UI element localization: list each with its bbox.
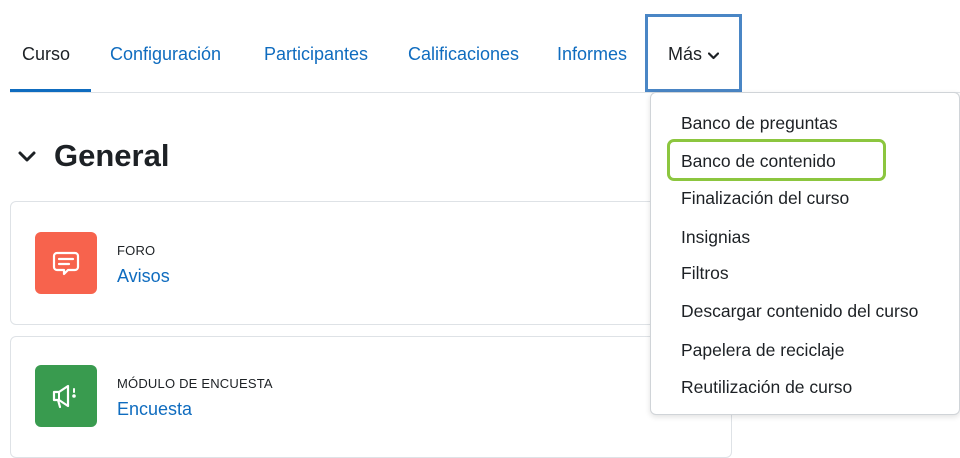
activity-type: FORO xyxy=(117,243,156,258)
section-title: General xyxy=(54,138,170,173)
menu-item-descargar-contenido[interactable]: Descargar contenido del curso xyxy=(681,301,918,322)
more-label: Más xyxy=(668,44,703,64)
tab-configuracion[interactable]: Configuración xyxy=(110,44,221,65)
tab-more[interactable]: Más xyxy=(668,44,720,65)
menu-item-reutilizacion[interactable]: Reutilización de curso xyxy=(681,377,852,398)
tab-calificaciones[interactable]: Calificaciones xyxy=(408,44,519,65)
activity-link[interactable]: Encuesta xyxy=(117,399,192,420)
menu-item-insignias[interactable]: Insignias xyxy=(681,227,750,248)
tab-curso[interactable]: Curso xyxy=(22,44,70,65)
activity-card: FORO Avisos xyxy=(10,201,732,325)
menu-item-papelera[interactable]: Papelera de reciclaje xyxy=(681,340,844,361)
megaphone-icon xyxy=(35,365,97,427)
activity-card: MÓDULO DE ENCUESTA Encuesta xyxy=(10,336,732,458)
tab-participantes[interactable]: Participantes xyxy=(264,44,368,65)
chevron-down-icon[interactable] xyxy=(14,143,40,169)
highlight-outline xyxy=(667,139,886,181)
tab-informes[interactable]: Informes xyxy=(557,44,627,65)
menu-item-banco-preguntas[interactable]: Banco de preguntas xyxy=(681,113,838,134)
activity-link[interactable]: Avisos xyxy=(117,266,170,287)
menu-item-finalizacion-curso[interactable]: Finalización del curso xyxy=(681,188,849,209)
chevron-down-icon xyxy=(707,44,720,65)
activity-type: MÓDULO DE ENCUESTA xyxy=(117,376,273,391)
section-header: General xyxy=(14,138,169,174)
forum-icon xyxy=(35,232,97,294)
menu-item-filtros[interactable]: Filtros xyxy=(681,263,729,284)
secondary-navigation: Curso Configuración Participantes Califi… xyxy=(0,0,960,93)
